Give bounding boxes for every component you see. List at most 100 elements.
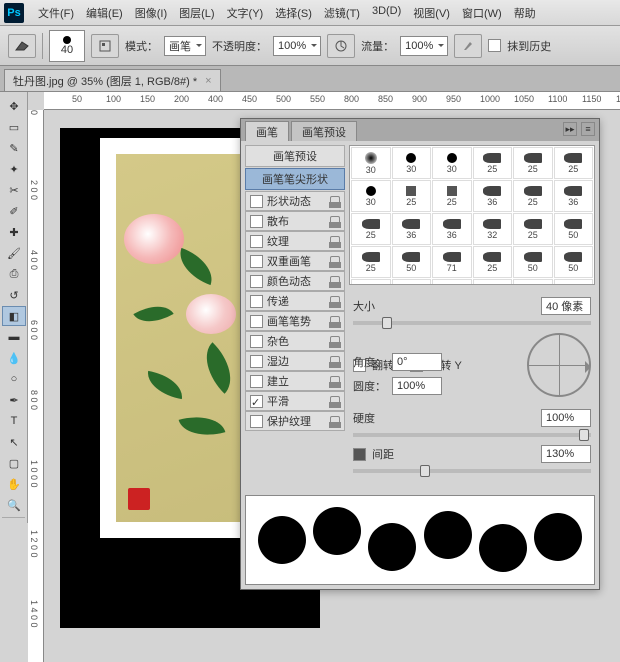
tool-blur[interactable]: 💧 xyxy=(2,348,26,368)
brush-thumb[interactable]: 30 xyxy=(432,147,472,179)
tool-stamp[interactable]: ⎙ xyxy=(2,264,26,284)
menu-item[interactable]: 图像(I) xyxy=(129,5,173,21)
size-slider[interactable] xyxy=(353,321,591,325)
brush-thumb[interactable]: 30 xyxy=(392,147,432,179)
eraser-icon[interactable] xyxy=(8,34,36,58)
tab-brush-presets[interactable]: 画笔预设 xyxy=(291,121,357,141)
brush-thumb[interactable]: 25 xyxy=(473,246,513,278)
tool-wand[interactable]: ✦ xyxy=(2,159,26,179)
lock-icon[interactable] xyxy=(330,416,340,426)
airbrush-icon[interactable] xyxy=(454,34,482,58)
tool-eyedropper[interactable]: ✐ xyxy=(2,201,26,221)
panel-collapse-icon[interactable]: ▸▸ xyxy=(563,122,577,136)
tab-brush[interactable]: 画笔 xyxy=(245,121,289,141)
menu-item[interactable]: 视图(V) xyxy=(407,5,456,21)
option-checkbox[interactable] xyxy=(250,355,263,368)
tool-eraser[interactable]: ◧ xyxy=(2,306,26,326)
option-checkbox[interactable] xyxy=(250,335,263,348)
brush-option-row[interactable]: 建立 xyxy=(245,371,345,391)
brush-thumbnails[interactable]: 3030302525253025253625362536363225502550… xyxy=(349,145,595,285)
brush-thumb[interactable]: 71 xyxy=(432,246,472,278)
hardness-slider[interactable] xyxy=(353,433,591,437)
brush-panel-toggle[interactable] xyxy=(91,34,119,58)
tool-heal[interactable]: ✚ xyxy=(2,222,26,242)
brush-thumb[interactable]: 36 xyxy=(473,180,513,212)
menu-item[interactable]: 编辑(E) xyxy=(80,5,129,21)
lock-icon[interactable] xyxy=(330,216,340,226)
brush-option-row[interactable]: 颜色动态 xyxy=(245,271,345,291)
lock-icon[interactable] xyxy=(330,376,340,386)
brush-thumb[interactable]: 25 xyxy=(432,180,472,212)
tool-brush[interactable]: 🖌 xyxy=(2,243,26,263)
panel-menu-icon[interactable]: ≡ xyxy=(581,122,595,136)
menu-item[interactable]: 图层(L) xyxy=(173,5,220,21)
mode-select[interactable]: 画笔 xyxy=(164,36,206,56)
brush-thumb[interactable]: 50 xyxy=(392,246,432,278)
lock-icon[interactable] xyxy=(330,276,340,286)
tool-crop[interactable]: ✂ xyxy=(2,180,26,200)
lock-icon[interactable] xyxy=(330,236,340,246)
menu-item[interactable]: 文件(F) xyxy=(32,5,80,21)
roundness-input[interactable]: 100% xyxy=(392,377,442,395)
option-checkbox[interactable] xyxy=(250,275,263,288)
tool-pen[interactable]: ✒ xyxy=(2,390,26,410)
brush-thumb[interactable]: 50 xyxy=(513,246,553,278)
option-checkbox[interactable] xyxy=(250,315,263,328)
option-checkbox[interactable]: ✓ xyxy=(250,395,263,408)
tool-lasso[interactable]: ✎ xyxy=(2,138,26,158)
brush-thumb[interactable]: 30 xyxy=(351,180,391,212)
opacity-select[interactable]: 100% xyxy=(273,36,321,56)
option-checkbox[interactable] xyxy=(250,295,263,308)
brush-option-row[interactable]: 传递 xyxy=(245,291,345,311)
tool-dodge[interactable]: ○ xyxy=(2,369,26,389)
spacing-slider[interactable] xyxy=(353,469,591,473)
brush-option-row[interactable]: 杂色 xyxy=(245,331,345,351)
brush-thumb[interactable]: 36 xyxy=(554,180,594,212)
flow-select[interactable]: 100% xyxy=(400,36,448,56)
option-checkbox[interactable] xyxy=(250,195,263,208)
brush-option-row[interactable]: 湿边 xyxy=(245,351,345,371)
brush-thumb[interactable]: 36 xyxy=(392,213,432,245)
size-input[interactable]: 40 像素 xyxy=(541,297,591,315)
lock-icon[interactable] xyxy=(330,316,340,326)
lock-icon[interactable] xyxy=(330,296,340,306)
brush-thumb[interactable]: 25 xyxy=(473,147,513,179)
menu-item[interactable]: 3D(D) xyxy=(366,5,407,21)
menu-item[interactable]: 滤镜(T) xyxy=(318,5,366,21)
brush-thumb[interactable]: 25 xyxy=(513,147,553,179)
menu-item[interactable]: 帮助 xyxy=(508,5,542,21)
tool-history[interactable]: ↺ xyxy=(2,285,26,305)
brush-option-row[interactable]: 双重画笔 xyxy=(245,251,345,271)
brush-thumb[interactable]: 30 xyxy=(351,147,391,179)
angle-control[interactable] xyxy=(527,333,591,397)
hardness-input[interactable]: 100% xyxy=(541,409,591,427)
brush-thumb[interactable]: 50 xyxy=(554,246,594,278)
tool-gradient[interactable]: ▬ xyxy=(2,327,26,347)
lock-icon[interactable] xyxy=(330,196,340,206)
brush-thumb[interactable]: 25 xyxy=(351,213,391,245)
close-icon[interactable]: × xyxy=(205,75,211,87)
brush-thumb[interactable]: 32 xyxy=(473,213,513,245)
brush-preview[interactable]: 40 xyxy=(49,30,85,62)
lock-icon[interactable] xyxy=(330,256,340,266)
history-checkbox[interactable] xyxy=(488,39,501,52)
spacing-input[interactable]: 130% xyxy=(541,445,591,463)
lock-icon[interactable] xyxy=(330,396,340,406)
brush-option-row[interactable]: 纹理 xyxy=(245,231,345,251)
option-checkbox[interactable] xyxy=(250,235,263,248)
brush-thumb[interactable]: 36 xyxy=(432,213,472,245)
brush-thumb[interactable]: 50 xyxy=(554,213,594,245)
document-tab[interactable]: 牡丹图.jpg @ 35% (图层 1, RGB/8#) *× xyxy=(4,69,221,91)
option-checkbox[interactable] xyxy=(250,415,263,428)
menu-item[interactable]: 选择(S) xyxy=(269,5,318,21)
menu-item[interactable]: 文字(Y) xyxy=(221,5,270,21)
pressure-opacity-icon[interactable] xyxy=(327,34,355,58)
tool-path[interactable]: ↖ xyxy=(2,432,26,452)
tool-marquee[interactable]: ▭ xyxy=(2,117,26,137)
spacing-checkbox[interactable] xyxy=(353,448,366,461)
brush-thumb[interactable]: 25 xyxy=(392,180,432,212)
brush-option-row[interactable]: 散布 xyxy=(245,211,345,231)
tool-zoom[interactable]: 🔍 xyxy=(2,495,26,515)
option-checkbox[interactable] xyxy=(250,215,263,228)
option-checkbox[interactable] xyxy=(250,255,263,268)
